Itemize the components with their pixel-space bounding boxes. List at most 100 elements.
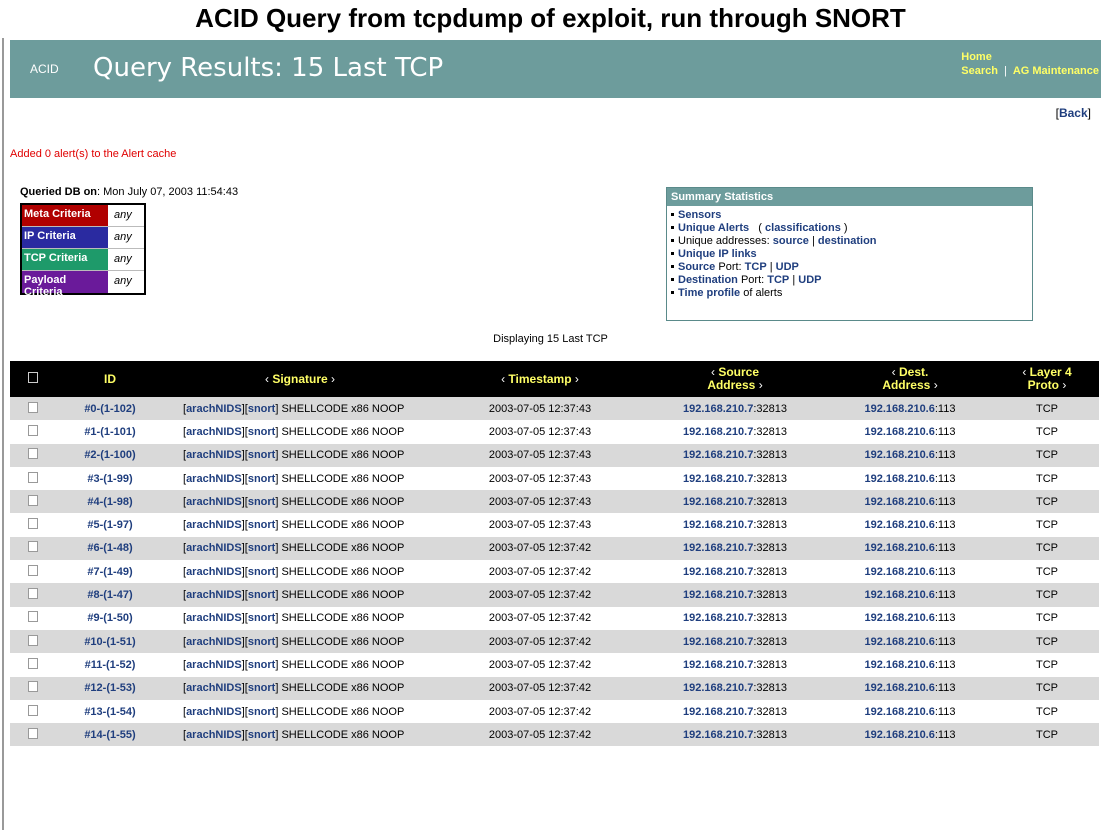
source-port-link[interactable]: Source <box>678 261 715 273</box>
dest-ip-link[interactable]: 192.168.210.6 <box>865 519 935 531</box>
source-ip-link[interactable]: 192.168.210.7 <box>683 706 753 718</box>
dest-ip-link[interactable]: 192.168.210.6 <box>865 682 935 694</box>
snort-ref-link[interactable]: snort <box>248 682 276 694</box>
meta-criteria-link[interactable]: Meta Criteria <box>22 205 108 226</box>
row-checkbox[interactable] <box>27 704 38 716</box>
sort-desc-arrow[interactable]: › <box>759 378 763 392</box>
arachnids-ref-link[interactable]: arachNIDS <box>186 659 242 671</box>
arachnids-ref-link[interactable]: arachNIDS <box>186 426 242 438</box>
row-checkbox[interactable] <box>27 634 38 646</box>
source-ip-link[interactable]: 192.168.210.7 <box>683 473 753 485</box>
arachnids-ref-link[interactable]: arachNIDS <box>186 706 242 718</box>
snort-ref-link[interactable]: snort <box>248 566 276 578</box>
ag-maintenance-link[interactable]: AG Maintenance <box>1013 65 1099 77</box>
source-ip-link[interactable]: 192.168.210.7 <box>683 566 753 578</box>
destination-port-tcp-link[interactable]: TCP <box>767 274 789 286</box>
dest-ip-link[interactable]: 192.168.210.6 <box>865 636 935 648</box>
arachnids-ref-link[interactable]: arachNIDS <box>186 519 242 531</box>
source-ip-link[interactable]: 192.168.210.7 <box>683 659 753 671</box>
snort-ref-link[interactable]: snort <box>248 659 276 671</box>
dest-ip-link[interactable]: 192.168.210.6 <box>865 496 935 508</box>
dest-ip-link[interactable]: 192.168.210.6 <box>865 729 935 741</box>
dest-ip-link[interactable]: 192.168.210.6 <box>865 589 935 601</box>
back-link[interactable]: Back <box>1059 106 1088 120</box>
source-ip-link[interactable]: 192.168.210.7 <box>683 589 753 601</box>
alert-id-link[interactable]: #0-(1-102) <box>84 403 135 415</box>
select-all-checkbox[interactable] <box>27 372 38 383</box>
dest-ip-link[interactable]: 192.168.210.6 <box>865 566 935 578</box>
arachnids-ref-link[interactable]: arachNIDS <box>186 542 242 554</box>
alert-id-link[interactable]: #13-(1-54) <box>84 706 135 718</box>
row-checkbox[interactable] <box>27 657 38 669</box>
arachnids-ref-link[interactable]: arachNIDS <box>186 589 242 601</box>
snort-ref-link[interactable]: snort <box>248 729 276 741</box>
snort-ref-link[interactable]: snort <box>248 473 276 485</box>
home-link[interactable]: Home <box>961 51 992 63</box>
row-checkbox[interactable] <box>27 424 38 436</box>
alert-id-link[interactable]: #9-(1-50) <box>87 612 132 624</box>
sort-asc-arrow[interactable]: ‹ <box>711 365 715 379</box>
row-checkbox[interactable] <box>27 518 38 530</box>
tcp-criteria-link[interactable]: TCP Criteria <box>22 249 108 270</box>
arachnids-ref-link[interactable]: arachNIDS <box>186 473 242 485</box>
sort-asc-arrow[interactable]: ‹ <box>1022 365 1026 379</box>
arachnids-ref-link[interactable]: arachNIDS <box>186 403 242 415</box>
row-checkbox[interactable] <box>27 681 38 693</box>
arachnids-ref-link[interactable]: arachNIDS <box>186 612 242 624</box>
alert-id-link[interactable]: #4-(1-98) <box>87 496 132 508</box>
alert-id-link[interactable]: #5-(1-97) <box>87 519 132 531</box>
snort-ref-link[interactable]: snort <box>248 449 276 461</box>
alert-id-link[interactable]: #11-(1-52) <box>85 659 136 671</box>
alert-id-link[interactable]: #12-(1-53) <box>84 682 135 694</box>
source-ip-link[interactable]: 192.168.210.7 <box>683 519 753 531</box>
snort-ref-link[interactable]: snort <box>248 403 276 415</box>
snort-ref-link[interactable]: snort <box>248 589 276 601</box>
row-checkbox[interactable] <box>27 727 38 739</box>
unique-alerts-link[interactable]: Unique Alerts <box>678 222 749 234</box>
snort-ref-link[interactable]: snort <box>248 636 276 648</box>
sort-desc-arrow[interactable]: › <box>934 378 938 392</box>
ip-criteria-link[interactable]: IP Criteria <box>22 227 108 248</box>
dest-ip-link[interactable]: 192.168.210.6 <box>865 473 935 485</box>
arachnids-ref-link[interactable]: arachNIDS <box>186 566 242 578</box>
alert-id-link[interactable]: #3-(1-99) <box>87 473 132 485</box>
row-checkbox[interactable] <box>27 588 38 600</box>
search-link[interactable]: Search <box>961 65 998 77</box>
source-ip-link[interactable]: 192.168.210.7 <box>683 403 753 415</box>
dest-ip-link[interactable]: 192.168.210.6 <box>865 542 935 554</box>
arachnids-ref-link[interactable]: arachNIDS <box>186 636 242 648</box>
classifications-link[interactable]: classifications <box>765 222 841 234</box>
snort-ref-link[interactable]: snort <box>248 706 276 718</box>
source-ip-link[interactable]: 192.168.210.7 <box>683 729 753 741</box>
row-checkbox[interactable] <box>27 611 38 623</box>
dest-ip-link[interactable]: 192.168.210.6 <box>865 706 935 718</box>
sort-asc-arrow[interactable]: ‹ <box>265 372 269 386</box>
row-checkbox[interactable] <box>27 564 38 576</box>
source-ip-link[interactable]: 192.168.210.7 <box>683 496 753 508</box>
alert-id-link[interactable]: #2-(1-100) <box>84 449 135 461</box>
dest-ip-link[interactable]: 192.168.210.6 <box>865 612 935 624</box>
row-checkbox[interactable] <box>27 494 38 506</box>
dest-ip-link[interactable]: 192.168.210.6 <box>865 659 935 671</box>
sort-asc-arrow[interactable]: ‹ <box>892 365 896 379</box>
destination-port-udp-link[interactable]: UDP <box>798 274 821 286</box>
snort-ref-link[interactable]: snort <box>248 426 276 438</box>
source-ip-link[interactable]: 192.168.210.7 <box>683 542 753 554</box>
sort-asc-arrow[interactable]: ‹ <box>501 372 505 386</box>
source-ip-link[interactable]: 192.168.210.7 <box>683 426 753 438</box>
dest-ip-link[interactable]: 192.168.210.6 <box>865 449 935 461</box>
snort-ref-link[interactable]: snort <box>248 496 276 508</box>
row-checkbox[interactable] <box>27 541 38 553</box>
row-checkbox[interactable] <box>27 401 38 413</box>
alert-id-link[interactable]: #8-(1-47) <box>87 589 132 601</box>
source-port-udp-link[interactable]: UDP <box>776 261 799 273</box>
source-ip-link[interactable]: 192.168.210.7 <box>683 682 753 694</box>
alert-id-link[interactable]: #10-(1-51) <box>84 636 135 648</box>
dest-ip-link[interactable]: 192.168.210.6 <box>865 403 935 415</box>
snort-ref-link[interactable]: snort <box>248 519 276 531</box>
destination-port-link[interactable]: Destination <box>678 274 738 286</box>
source-port-tcp-link[interactable]: TCP <box>745 261 767 273</box>
sensors-link[interactable]: Sensors <box>678 209 721 221</box>
sort-desc-arrow[interactable]: › <box>1062 378 1066 392</box>
source-ip-link[interactable]: 192.168.210.7 <box>683 612 753 624</box>
